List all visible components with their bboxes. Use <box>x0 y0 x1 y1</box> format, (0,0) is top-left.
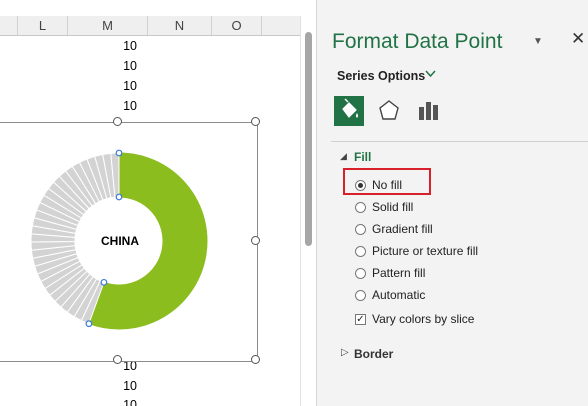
automatic-fill-option[interactable]: Automatic <box>355 286 425 304</box>
pentagon-effects-icon[interactable] <box>374 96 404 126</box>
column-header-m[interactable]: M <box>68 16 148 35</box>
option-label: No fill <box>372 178 403 192</box>
cell-value[interactable]: 10 <box>97 59 137 73</box>
series-options-menu[interactable]: Series Options <box>337 69 425 83</box>
selection-point[interactable] <box>115 193 123 201</box>
option-label: Vary colors by slice <box>372 312 475 326</box>
chevron-down-icon[interactable] <box>425 69 436 81</box>
radio-button[interactable] <box>355 223 366 235</box>
resize-handle-bottom-right[interactable] <box>251 355 260 364</box>
vertical-scrollbar[interactable] <box>300 16 316 406</box>
paint-bucket-icon[interactable] <box>334 96 364 126</box>
no-fill-option[interactable]: No fill <box>355 176 402 194</box>
scrollbar-thumb[interactable] <box>305 32 312 246</box>
solid-fill-option[interactable]: Solid fill <box>355 198 413 216</box>
radio-button[interactable] <box>355 179 366 191</box>
vary-colors-option[interactable]: ✓ Vary colors by slice <box>355 310 474 328</box>
radio-button[interactable] <box>355 267 366 279</box>
pane-divider <box>331 141 588 142</box>
border-section-header[interactable]: Border <box>354 347 393 361</box>
cell-value[interactable]: 10 <box>97 379 137 393</box>
pane-options-dropdown-icon[interactable]: ▼ <box>533 36 543 47</box>
expand-triangle-icon[interactable]: ▷ <box>341 347 349 358</box>
selection-point[interactable] <box>115 149 123 157</box>
radio-button[interactable] <box>355 289 366 301</box>
option-label: Automatic <box>372 288 426 302</box>
column-header-partial <box>0 16 18 35</box>
column-header-l[interactable]: L <box>18 16 68 35</box>
format-data-point-pane: Format Data Point ▼ ✕ Series Options ◢ F… <box>316 0 588 406</box>
cell-value[interactable]: 10 <box>97 39 137 53</box>
column-header-o[interactable]: O <box>212 16 262 35</box>
option-label: Picture or texture fill <box>372 244 479 258</box>
cell-value[interactable]: 10 <box>97 79 137 93</box>
spreadsheet-grid[interactable]: L M N O 10 10 10 10 10 10 10 CHINA <box>0 0 316 406</box>
radio-button[interactable] <box>355 201 366 213</box>
column-header-n[interactable]: N <box>148 16 212 35</box>
cell-value[interactable]: 10 <box>97 398 137 406</box>
resize-handle-top-right[interactable] <box>251 117 260 126</box>
chart-center-label: CHINA <box>101 234 139 248</box>
option-label: Solid fill <box>372 200 414 214</box>
pattern-fill-option[interactable]: Pattern fill <box>355 264 425 282</box>
picture-texture-fill-option[interactable]: Picture or texture fill <box>355 242 478 260</box>
bar-chart-icon[interactable] <box>414 96 444 126</box>
close-icon[interactable]: ✕ <box>571 29 585 49</box>
cell-value[interactable]: 10 <box>97 99 137 113</box>
pane-title: Format Data Point <box>332 30 503 53</box>
option-label: Gradient fill <box>372 222 433 236</box>
radio-button[interactable] <box>355 245 366 257</box>
gradient-fill-option[interactable]: Gradient fill <box>355 220 433 238</box>
resize-handle-bottom[interactable] <box>113 355 122 364</box>
fill-section-header[interactable]: Fill <box>354 150 371 164</box>
resize-handle-right[interactable] <box>251 236 260 245</box>
option-label: Pattern fill <box>372 266 426 280</box>
sheet-top-strip <box>0 0 300 16</box>
selection-point[interactable] <box>85 320 93 328</box>
doughnut-chart[interactable]: CHINA <box>0 122 258 362</box>
resize-handle-top[interactable] <box>113 117 122 126</box>
checkbox[interactable]: ✓ <box>355 313 366 325</box>
collapse-triangle-icon[interactable]: ◢ <box>340 151 347 162</box>
selection-point[interactable] <box>100 278 108 286</box>
column-headers: L M N O <box>0 16 300 36</box>
